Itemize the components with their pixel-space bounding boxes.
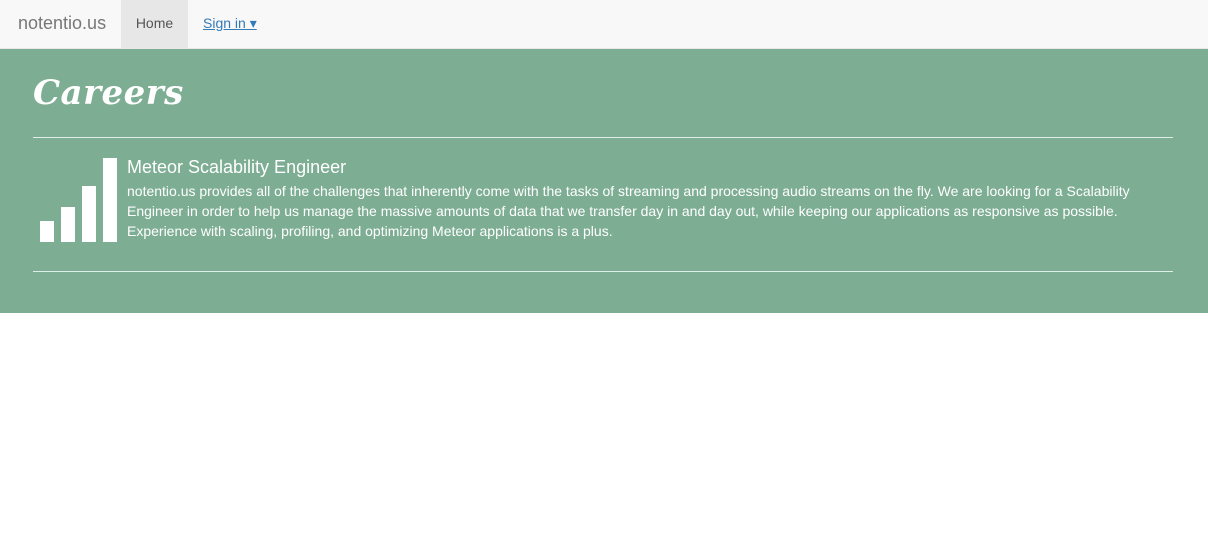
navbar: notentio.us Home Sign in ▾ <box>0 0 1208 49</box>
signin-dropdown[interactable]: Sign in ▾ <box>203 14 257 32</box>
signal-bar <box>61 207 75 242</box>
job-description: notentio.us provides all of the challeng… <box>127 183 1130 239</box>
nav-home[interactable]: Home <box>121 0 188 48</box>
divider <box>33 271 1173 272</box>
signal-bar <box>103 158 117 242</box>
divider <box>33 137 1173 138</box>
brand-link[interactable]: notentio.us <box>18 12 106 34</box>
signal-bars-icon <box>40 158 118 242</box>
page-title: Careers <box>33 73 184 113</box>
careers-section: Careers Meteor Scalability Engineer note… <box>0 49 1208 313</box>
signal-bar <box>82 186 96 242</box>
signal-bar <box>40 221 54 242</box>
job-title: Meteor Scalability Engineer <box>127 157 347 177</box>
